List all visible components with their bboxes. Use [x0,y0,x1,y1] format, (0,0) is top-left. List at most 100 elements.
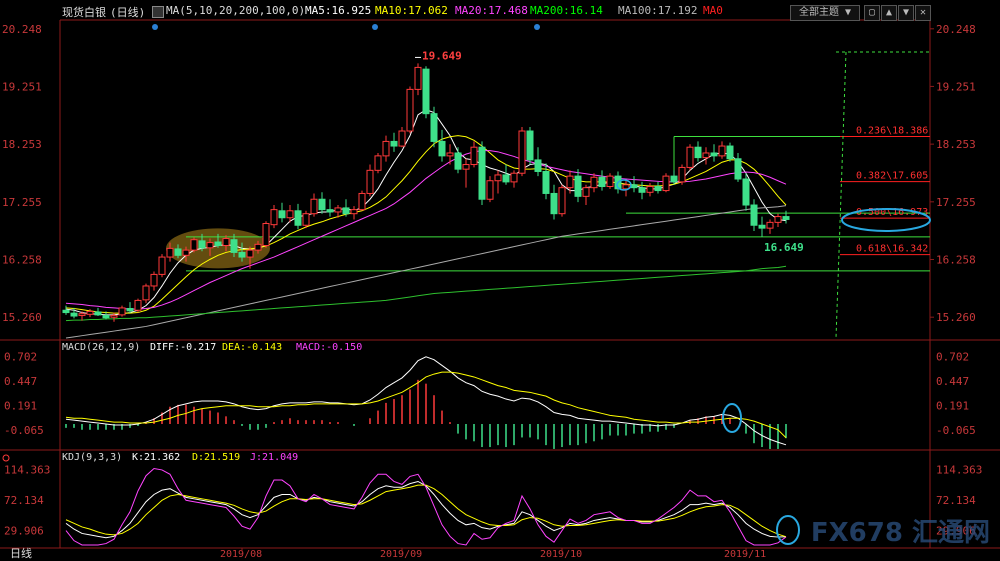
macd-tick-left-2: 0.191 [4,400,37,413]
candle-body-19 [214,241,222,246]
candle-body-56 [510,172,518,183]
candle-body-68 [606,175,614,188]
candle-body-85 [742,178,750,206]
price-tick-right-1: 19.251 [936,80,976,93]
candle-body-52 [478,146,486,200]
candle-body-58 [526,130,534,161]
candle-body-81 [710,152,718,157]
ma-value-5: MA0 [703,4,723,17]
candle-body-83 [726,145,734,160]
candle-body-10 [142,285,150,301]
macd-spec: MACD(26,12,9) [62,342,141,353]
candle-body-35 [342,207,350,215]
price-tick-right-3: 17.255 [936,196,976,209]
event-marker-0 [152,24,158,30]
candle-body-11 [150,273,158,287]
price-tick-left-5: 15.260 [2,311,42,324]
macd-dea-value: DEA:-0.143 [222,342,283,353]
candle-body-48 [446,152,454,157]
macd-tick-right-3: -0.065 [936,424,976,437]
candle-body-45 [422,68,430,115]
candle-body-51 [470,146,478,166]
candle-body-14 [174,248,182,256]
candle-body-74 [654,186,662,192]
candle-body-65 [582,187,590,197]
scroll-up-button[interactable]: ▲ [881,5,897,21]
candle-body-49 [454,152,462,170]
price-tick-right-4: 16.258 [936,253,976,266]
candle-body-61 [550,192,558,215]
price-tick-left-0: 20.248 [2,23,42,36]
close-chart-button[interactable]: ✕ [915,5,931,21]
scroll-down-button[interactable]: ▼ [898,5,914,21]
candle-body-47 [438,140,446,157]
candle-body-76 [670,175,678,183]
ma-spec: MA(5,10,20,200,100,0) [166,4,306,17]
candle-body-31 [310,198,318,215]
macd-tick-right-0: 0.702 [936,351,969,364]
theme-select[interactable]: 全部主题 ▼ [790,5,860,21]
price-tick-right-0: 20.248 [936,23,976,36]
candle-body-25 [262,223,270,246]
kdj-tick-left-2: 29.906 [4,525,44,538]
kdj-line-j [65,467,787,546]
ma-value-3: MA200:16.14 [530,4,603,17]
ma-value-4: MA100:17.192 [618,4,698,17]
candle-body-39 [374,155,382,171]
macd-tick-left-1: 0.447 [4,375,37,388]
ma-value-2: MA20:17.468 [455,4,528,17]
candle-body-4 [94,311,102,316]
candle-body-57 [518,130,526,174]
candle-body-41 [390,140,398,147]
candle-body-17 [198,240,206,249]
candle-body-72 [638,187,646,193]
date-label-0: 2019/08 [220,549,262,559]
fib-label-3: 0.618\16.342 [856,244,928,255]
candle-body-18 [206,242,214,249]
candle-body-40 [382,140,390,157]
low-price-label: 16.649 [764,241,804,254]
annotation-circle-kdj [776,515,800,545]
fx678-watermark: FX678 汇通网 [810,518,990,548]
candle-body-28 [286,210,294,219]
candle-body-12 [158,256,166,275]
macd-diff-value: DIFF:-0.217 [150,342,217,353]
ma-line-ma200 [65,265,787,322]
date-label-3: 2019/11 [724,549,766,559]
date-label-1: 2019/09 [380,549,422,559]
price-tick-left-3: 17.255 [2,196,42,209]
candle-body-60 [542,170,550,194]
projection-side-line [835,51,847,339]
candle-body-63 [566,175,574,189]
candle-body-6 [110,314,118,318]
theme-select-label: 全部主题 [798,7,839,18]
candle-body-82 [718,145,726,157]
candle-body-75 [662,175,670,192]
candle-body-22 [238,251,246,258]
event-marker-2 [534,24,540,30]
kdj-spec: KDJ(9,3,3) [62,452,123,463]
candle-body-84 [734,158,742,180]
candle-body-23 [246,249,254,258]
ma-line-ma20 [65,150,787,310]
candle-body-55 [502,174,510,183]
kdj-tick-left-1: 72.134 [4,494,44,507]
price-tick-right-5: 15.260 [936,311,976,324]
candle-body-87 [758,224,766,229]
macd-tick-left-3: -0.065 [4,424,44,437]
price-tick-left-2: 18.253 [2,138,42,151]
candle-body-44 [414,66,422,90]
kdj-tick-right-1: 72.134 [936,494,976,507]
candle-body-29 [294,210,302,226]
candle-body-2 [78,313,86,316]
ma-value-0: MA5:16.925 [305,4,372,17]
kdj-d-value: D:21.519 [192,452,241,463]
restore-window-button[interactable]: ▢ [864,5,880,21]
chevron-down-icon: ▼ [845,7,852,18]
kdj-settings-icon [2,454,10,462]
ma-toggle-icon[interactable] [152,6,164,18]
ma-line-ma5 [65,109,787,316]
candle-body-86 [750,204,758,226]
candle-body-36 [350,209,358,215]
ma-value-1: MA10:17.062 [375,4,448,17]
